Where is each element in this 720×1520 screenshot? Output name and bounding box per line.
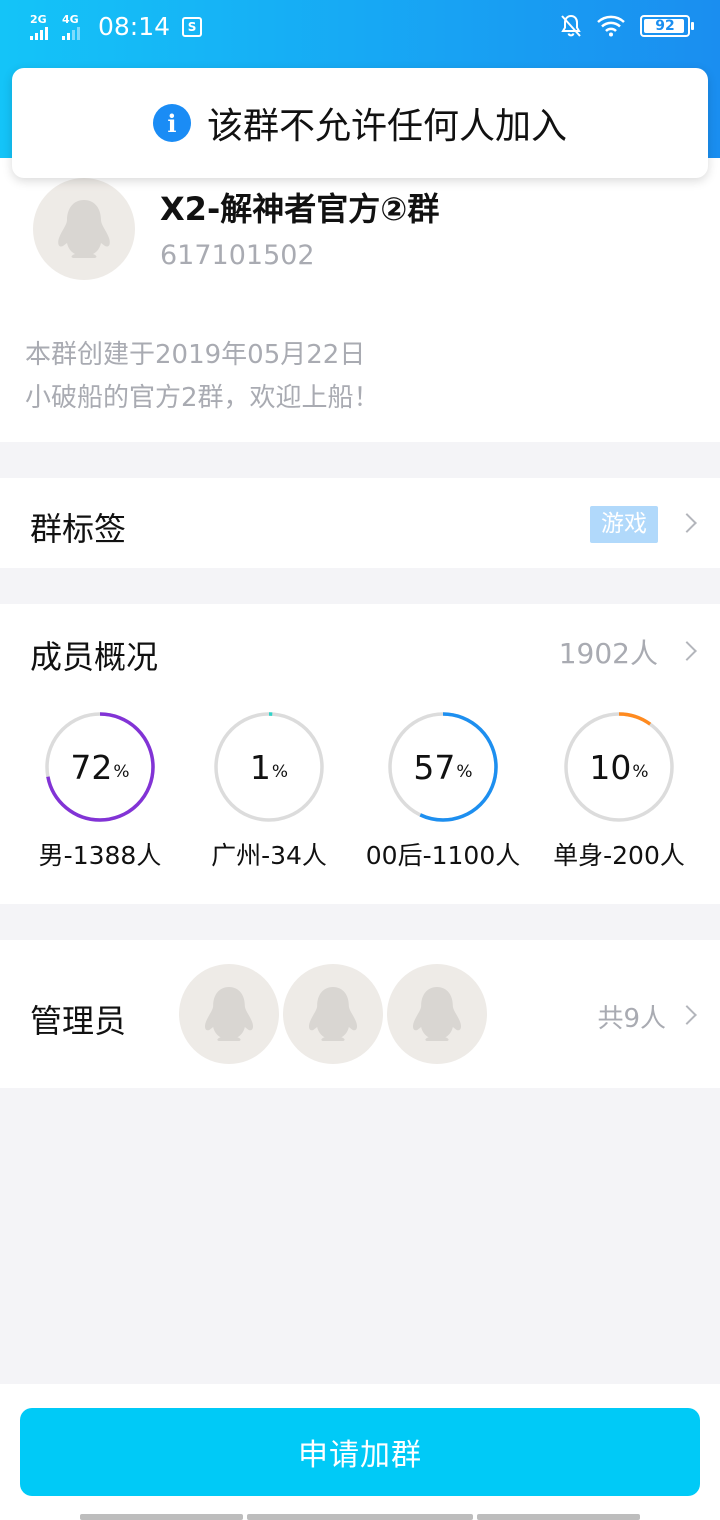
stat-ring: 72%: [45, 712, 155, 822]
stat-ring: 10%: [564, 712, 674, 822]
group-tags-row[interactable]: 群标签 游戏: [0, 478, 720, 568]
penguin-placeholder-icon: [58, 200, 110, 258]
stat-percent-sign: %: [271, 762, 289, 782]
group-intro: 小破船的官方2群，欢迎上船！: [25, 383, 380, 413]
member-stat: 57% 00后-1100人: [358, 712, 528, 872]
status-bar: 2G 4G 08:14 S 92: [0, 0, 720, 56]
stat-percent-sign: %: [632, 762, 649, 782]
app-notification-icon: S: [182, 16, 203, 37]
admin-avatar[interactable]: [283, 964, 383, 1064]
members-overview: 成员概况 1902人 72% 男-1388人 1% 广州-34人 57% 00后-1100…: [0, 604, 720, 904]
group-created-date: 本群创建于2019年05月22日: [25, 340, 366, 370]
member-count: 1902人: [558, 637, 658, 670]
members-title: 成员概况: [30, 638, 159, 676]
stat-label: 单身-200人: [553, 841, 685, 870]
stat-label: 00后-1100人: [365, 841, 521, 870]
chevron-right-icon: [677, 513, 697, 533]
stat-percent-sign: %: [113, 762, 130, 782]
status-time: 08:14: [98, 12, 171, 41]
apply-join-button[interactable]: 申请加群: [20, 1408, 700, 1496]
penguin-placeholder-icon: [412, 987, 462, 1041]
stat-label: 男-1388人: [38, 841, 162, 870]
member-stat: 1% 广州-34人: [184, 712, 354, 872]
stat-percent-value: 10: [589, 747, 632, 787]
nav-indicator: [80, 1514, 243, 1520]
tag-badge: 游戏: [590, 506, 658, 543]
nav-indicator: [247, 1514, 473, 1520]
stat-ring: 1%: [214, 712, 324, 822]
penguin-placeholder-icon: [308, 987, 358, 1041]
stat-percent-value: 57: [413, 747, 456, 787]
toast-notification: i 该群不允许任何人加入: [12, 68, 708, 178]
admin-avatar[interactable]: [387, 964, 487, 1064]
nav-indicator: [477, 1514, 640, 1520]
battery-icon: 92: [640, 15, 694, 37]
group-id: 617101502: [160, 240, 315, 271]
group-tags-title: 群标签: [30, 510, 127, 548]
stat-label: 广州-34人: [211, 841, 327, 870]
stat-percent-value: 72: [70, 747, 113, 787]
member-stat: 72% 男-1388人: [15, 712, 185, 872]
signal-2g-icon: 2G: [30, 13, 48, 40]
group-description: 本群创建于2019年05月22日 小破船的官方2群，欢迎上船！: [25, 334, 380, 420]
member-stat: 10% 单身-200人: [534, 712, 704, 872]
chevron-right-icon: [677, 641, 697, 661]
stat-percent-value: 1: [249, 747, 271, 787]
penguin-placeholder-icon: [204, 987, 254, 1041]
chevron-right-icon: [677, 1005, 697, 1025]
signal-4g-icon: 4G: [62, 13, 80, 40]
toast-message: 该群不允许任何人加入: [206, 106, 567, 147]
bell-off-icon: [561, 14, 581, 37]
admins-row[interactable]: 管理员 共9人: [0, 940, 720, 1088]
wifi-icon: [597, 15, 625, 37]
admin-count: 共9人: [597, 1004, 666, 1034]
admins-title: 管理员: [30, 1002, 127, 1040]
group-avatar[interactable]: [33, 178, 135, 280]
stat-ring: 57%: [388, 712, 498, 822]
stat-percent-sign: %: [456, 762, 473, 782]
info-icon: i: [152, 104, 191, 142]
group-name: X2-解神者官方②群: [160, 190, 440, 228]
admin-avatar[interactable]: [179, 964, 279, 1064]
